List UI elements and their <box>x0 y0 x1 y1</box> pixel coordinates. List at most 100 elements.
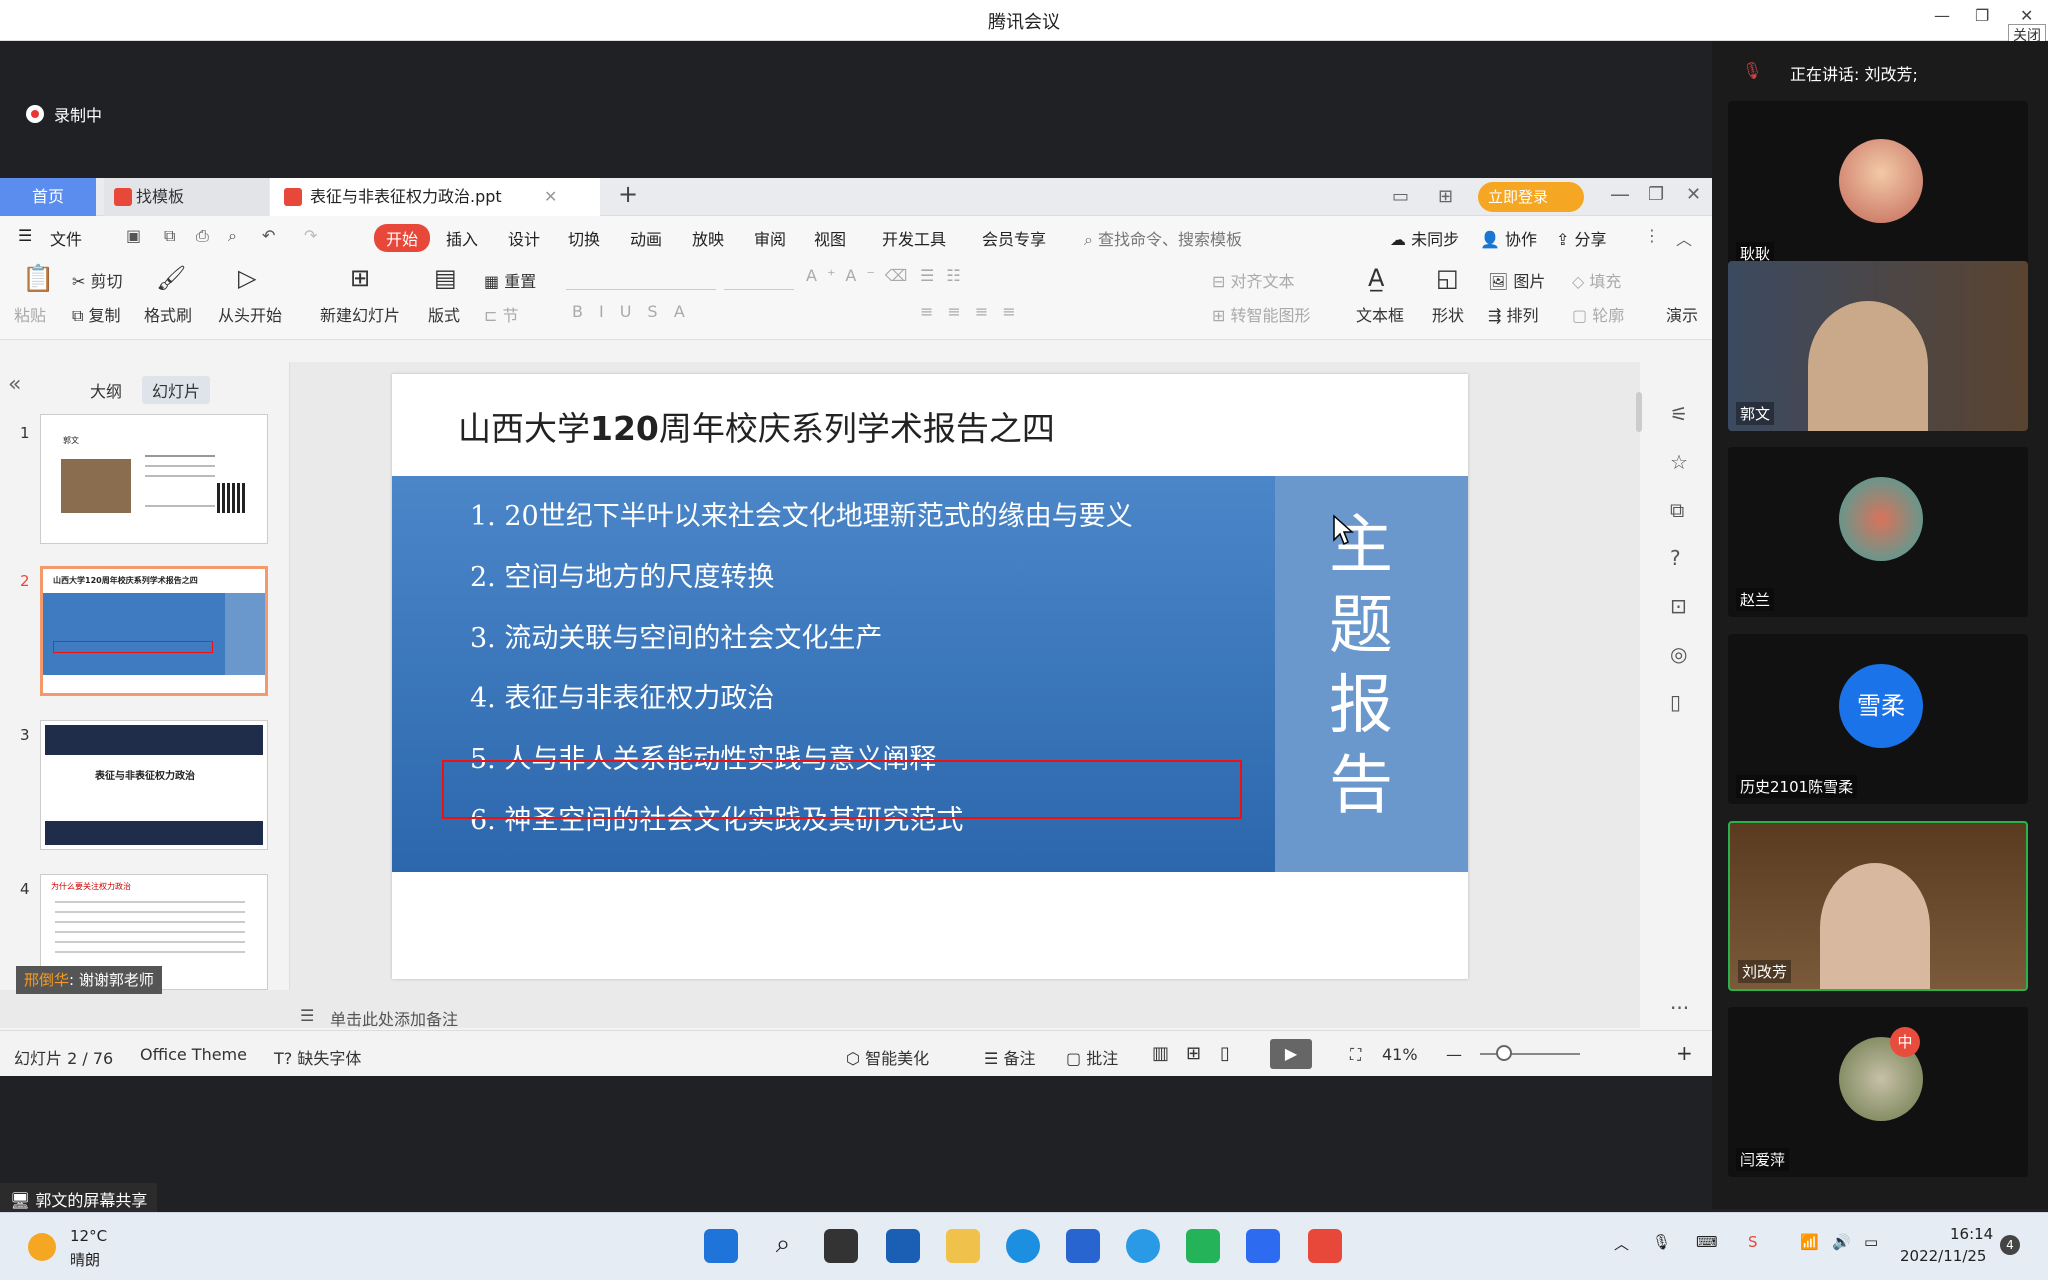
format-painter-button[interactable]: 格式刷 <box>144 302 192 326</box>
sorter-view-icon[interactable]: ⊞ <box>1186 1043 1201 1064</box>
align-text-button[interactable]: ⊟ 对齐文本 <box>1212 268 1295 292</box>
zoom-slider[interactable] <box>1480 1053 1580 1055</box>
wps-close-icon[interactable]: ✕ <box>1686 184 1701 205</box>
file-explorer-icon[interactable] <box>946 1229 980 1263</box>
collapse-panel-icon[interactable]: « <box>8 372 21 397</box>
textbox-icon[interactable]: A̲ <box>1368 264 1384 292</box>
print-icon[interactable]: ⎙ <box>196 226 209 246</box>
clock-time[interactable]: 16:14 <box>1950 1225 1993 1243</box>
weather-temp[interactable]: 12°C <box>70 1227 107 1245</box>
section-button[interactable]: ⊏ 节 <box>484 302 519 326</box>
new-slide-icon[interactable]: ⊞ <box>350 264 370 292</box>
menu-design[interactable]: 设计 <box>508 226 540 250</box>
zoom-in-icon[interactable]: + <box>1676 1041 1693 1065</box>
new-tab-icon[interactable]: + <box>618 180 638 208</box>
more-options-icon[interactable]: ··· <box>1670 996 1689 1020</box>
font-size-select[interactable] <box>724 266 794 290</box>
help-icon[interactable]: ? <box>1670 546 1681 570</box>
zoom-slider-thumb[interactable] <box>1496 1045 1512 1061</box>
play-slideshow-button[interactable]: ▶ <box>1270 1039 1312 1069</box>
from-start-button[interactable]: 从头开始 <box>218 302 282 326</box>
properties-icon[interactable]: ⚟ <box>1670 402 1688 426</box>
paste-icon[interactable]: 📋 <box>22 264 54 294</box>
minimize-icon[interactable]: — <box>1934 6 1950 25</box>
save-icon[interactable]: ▣ <box>126 226 141 245</box>
tray-chevron-icon[interactable]: ︿ <box>1614 1233 1629 1254</box>
menu-slideshow[interactable]: 放映 <box>692 226 724 250</box>
ime-icon[interactable]: ⌨ <box>1696 1233 1718 1251</box>
sync-status[interactable]: ☁ 未同步 <box>1390 226 1459 250</box>
wps-restore-icon[interactable]: ❐ <box>1648 184 1664 205</box>
arrange-button[interactable]: ⇶ 排列 <box>1488 302 1539 326</box>
edge-browser-icon[interactable] <box>1006 1229 1040 1263</box>
participant-card[interactable]: 耿耿 <box>1728 101 2028 271</box>
font-family-select[interactable] <box>566 266 716 290</box>
restore-icon[interactable]: ❐ <box>1975 6 1989 25</box>
tab-templates[interactable]: 找模板 <box>104 178 269 216</box>
zoom-level[interactable]: 41% <box>1382 1045 1418 1064</box>
collapse-ribbon-icon[interactable]: ︿ <box>1676 226 1692 250</box>
paste-button[interactable]: 粘贴 <box>14 302 46 326</box>
missing-font-button[interactable]: T? 缺失字体 <box>274 1045 361 1069</box>
slide-thumbnail[interactable]: 表征与非表征权力政治 <box>40 720 268 850</box>
task-view-icon[interactable] <box>824 1229 858 1263</box>
comment-button[interactable]: ▢ 批注 <box>1066 1045 1118 1069</box>
shape-button[interactable]: 形状 <box>1432 302 1464 326</box>
font-size-step-icons[interactable]: A⁺A⁻⌫ <box>806 266 917 285</box>
menu-member[interactable]: 会员专享 <box>982 226 1046 250</box>
beautify-button[interactable]: ⬡ 智能美化 <box>846 1045 929 1069</box>
menu-file[interactable]: 文件 <box>50 226 82 250</box>
app-icon[interactable] <box>886 1229 920 1263</box>
menu-start[interactable]: 开始 <box>374 224 431 252</box>
star-icon[interactable]: ☆ <box>1670 450 1688 474</box>
participant-card[interactable]: 赵兰 <box>1728 447 2028 617</box>
wps-tray-icon[interactable]: S <box>1748 1233 1758 1251</box>
mic-icon[interactable]: 🎙 <box>1652 1233 1671 1251</box>
collaborate-button[interactable]: 👤 协作 <box>1480 226 1537 250</box>
reading-view-icon[interactable]: ▯ <box>1220 1043 1230 1064</box>
apps-grid-icon[interactable]: ⊞ <box>1438 186 1453 207</box>
list-icons[interactable]: ☰☷ <box>920 266 973 285</box>
location-icon[interactable]: ◎ <box>1670 642 1687 666</box>
book-icon[interactable]: ▯ <box>1670 690 1681 714</box>
volume-icon[interactable]: 🔊 <box>1832 1233 1851 1251</box>
shape-icon[interactable]: ◱ <box>1436 264 1459 292</box>
participant-card[interactable]: 雪柔 历史2101陈雪柔 <box>1728 634 2028 804</box>
notes-toggle[interactable]: ☰ 备注 <box>984 1045 1035 1069</box>
close-icon[interactable]: ✕ <box>2020 6 2033 25</box>
ie-browser-icon[interactable] <box>1126 1229 1160 1263</box>
align-icons[interactable]: ≡≡≡≡ <box>920 302 1030 321</box>
menu-animation[interactable]: 动画 <box>630 226 662 250</box>
preview-icon[interactable]: ⌕ <box>228 226 237 246</box>
reset-button[interactable]: ▦ 重置 <box>484 268 536 292</box>
image-tool-icon[interactable]: ⊡ <box>1670 594 1687 618</box>
wps-icon[interactable] <box>1308 1229 1342 1263</box>
tab-slides[interactable]: 幻灯片 <box>142 376 211 404</box>
notes-bar[interactable]: ☰ 单击此处添加备注 <box>0 990 1640 1029</box>
layout-button[interactable]: 版式 <box>428 302 460 326</box>
start-menu-icon[interactable] <box>704 1229 738 1263</box>
participant-card[interactable]: 郭文 <box>1728 261 2028 431</box>
store-icon[interactable] <box>1066 1229 1100 1263</box>
participant-card[interactable]: 中 闫爱萍 <box>1728 1007 2028 1177</box>
current-slide[interactable]: 山西大学120周年校庆系列学术报告之四 1. 20世纪下半叶以来社会文化地理新范… <box>392 374 1468 979</box>
text-format-icons[interactable]: BIUSA <box>572 302 701 321</box>
copy-button[interactable]: ⧉ 复制 <box>72 302 121 326</box>
tab-home[interactable]: 首页 <box>0 178 96 216</box>
vertical-scrollbar[interactable] <box>1636 392 1642 432</box>
login-button[interactable]: 立即登录 <box>1478 182 1584 212</box>
tencent-meeting-icon[interactable] <box>1246 1229 1280 1263</box>
present-button[interactable]: 演示 <box>1666 302 1698 326</box>
picture-button[interactable]: 🖼 图片 <box>1488 268 1545 292</box>
theme-name[interactable]: Office Theme <box>140 1045 247 1064</box>
cut-button[interactable]: ✂ 剪切 <box>72 268 123 292</box>
new-slide-button[interactable]: 新建幻灯片 <box>320 302 400 326</box>
wps-minimize-icon[interactable]: — <box>1610 182 1630 206</box>
close-tab-icon[interactable]: ✕ <box>544 178 557 216</box>
recording-indicator[interactable]: 录制中 <box>26 102 102 126</box>
wifi-icon[interactable]: 📶 <box>1800 1233 1819 1251</box>
wechat-icon[interactable] <box>1186 1229 1220 1263</box>
fill-button[interactable]: ◇ 填充 <box>1572 268 1621 292</box>
format-painter-icon[interactable]: 🖌 <box>156 264 186 292</box>
screen-share-bar[interactable]: 🖥 郭文的屏幕共享 <box>0 1183 158 1213</box>
